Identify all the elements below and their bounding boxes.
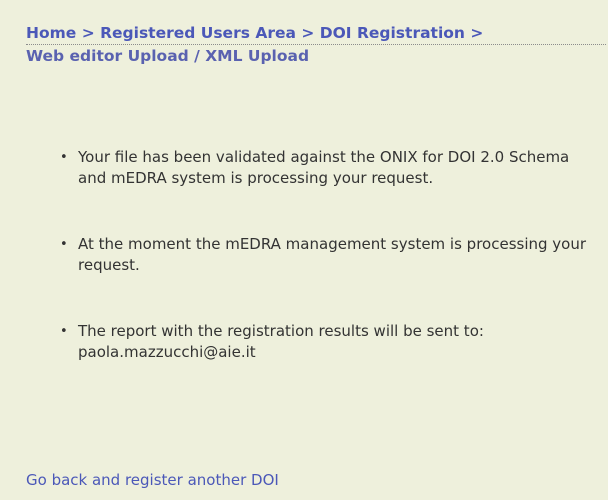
- breadcrumb-registered-users-link[interactable]: Registered Users Area: [100, 24, 296, 42]
- status-message-report-recipient: • The report with the registration resul…: [56, 321, 596, 363]
- status-message-text: Your file has been validated against the…: [78, 148, 570, 187]
- breadcrumb-separator: >: [470, 24, 484, 42]
- register-another-doi-link[interactable]: Go back and register another DOI: [26, 470, 279, 490]
- breadcrumb-home-link[interactable]: Home: [26, 24, 76, 42]
- breadcrumb-separator: >: [301, 24, 320, 42]
- page: Home > Registered Users Area > DOI Regis…: [0, 0, 608, 500]
- status-message-text: At the moment the mEDRA management syste…: [78, 235, 587, 274]
- breadcrumb-separator: >: [81, 24, 101, 42]
- status-message-list: • Your file has been validated against t…: [56, 147, 596, 363]
- breadcrumb-trail: Home > Registered Users Area > DOI Regis…: [26, 22, 606, 45]
- breadcrumb-doi-registration-link[interactable]: DOI Registration: [320, 24, 465, 42]
- status-message-validated: • Your file has been validated against t…: [56, 147, 596, 189]
- breadcrumb-current-page: Web editor Upload / XML Upload: [26, 47, 310, 65]
- bullet-icon: •: [60, 150, 68, 165]
- breadcrumb: Home > Registered Users Area > DOI Regis…: [26, 22, 606, 67]
- bullet-icon: •: [60, 237, 68, 252]
- status-message-processing: • At the moment the mEDRA management sys…: [56, 234, 596, 276]
- status-message-text: The report with the registration results…: [78, 322, 484, 361]
- bullet-icon: •: [60, 324, 68, 339]
